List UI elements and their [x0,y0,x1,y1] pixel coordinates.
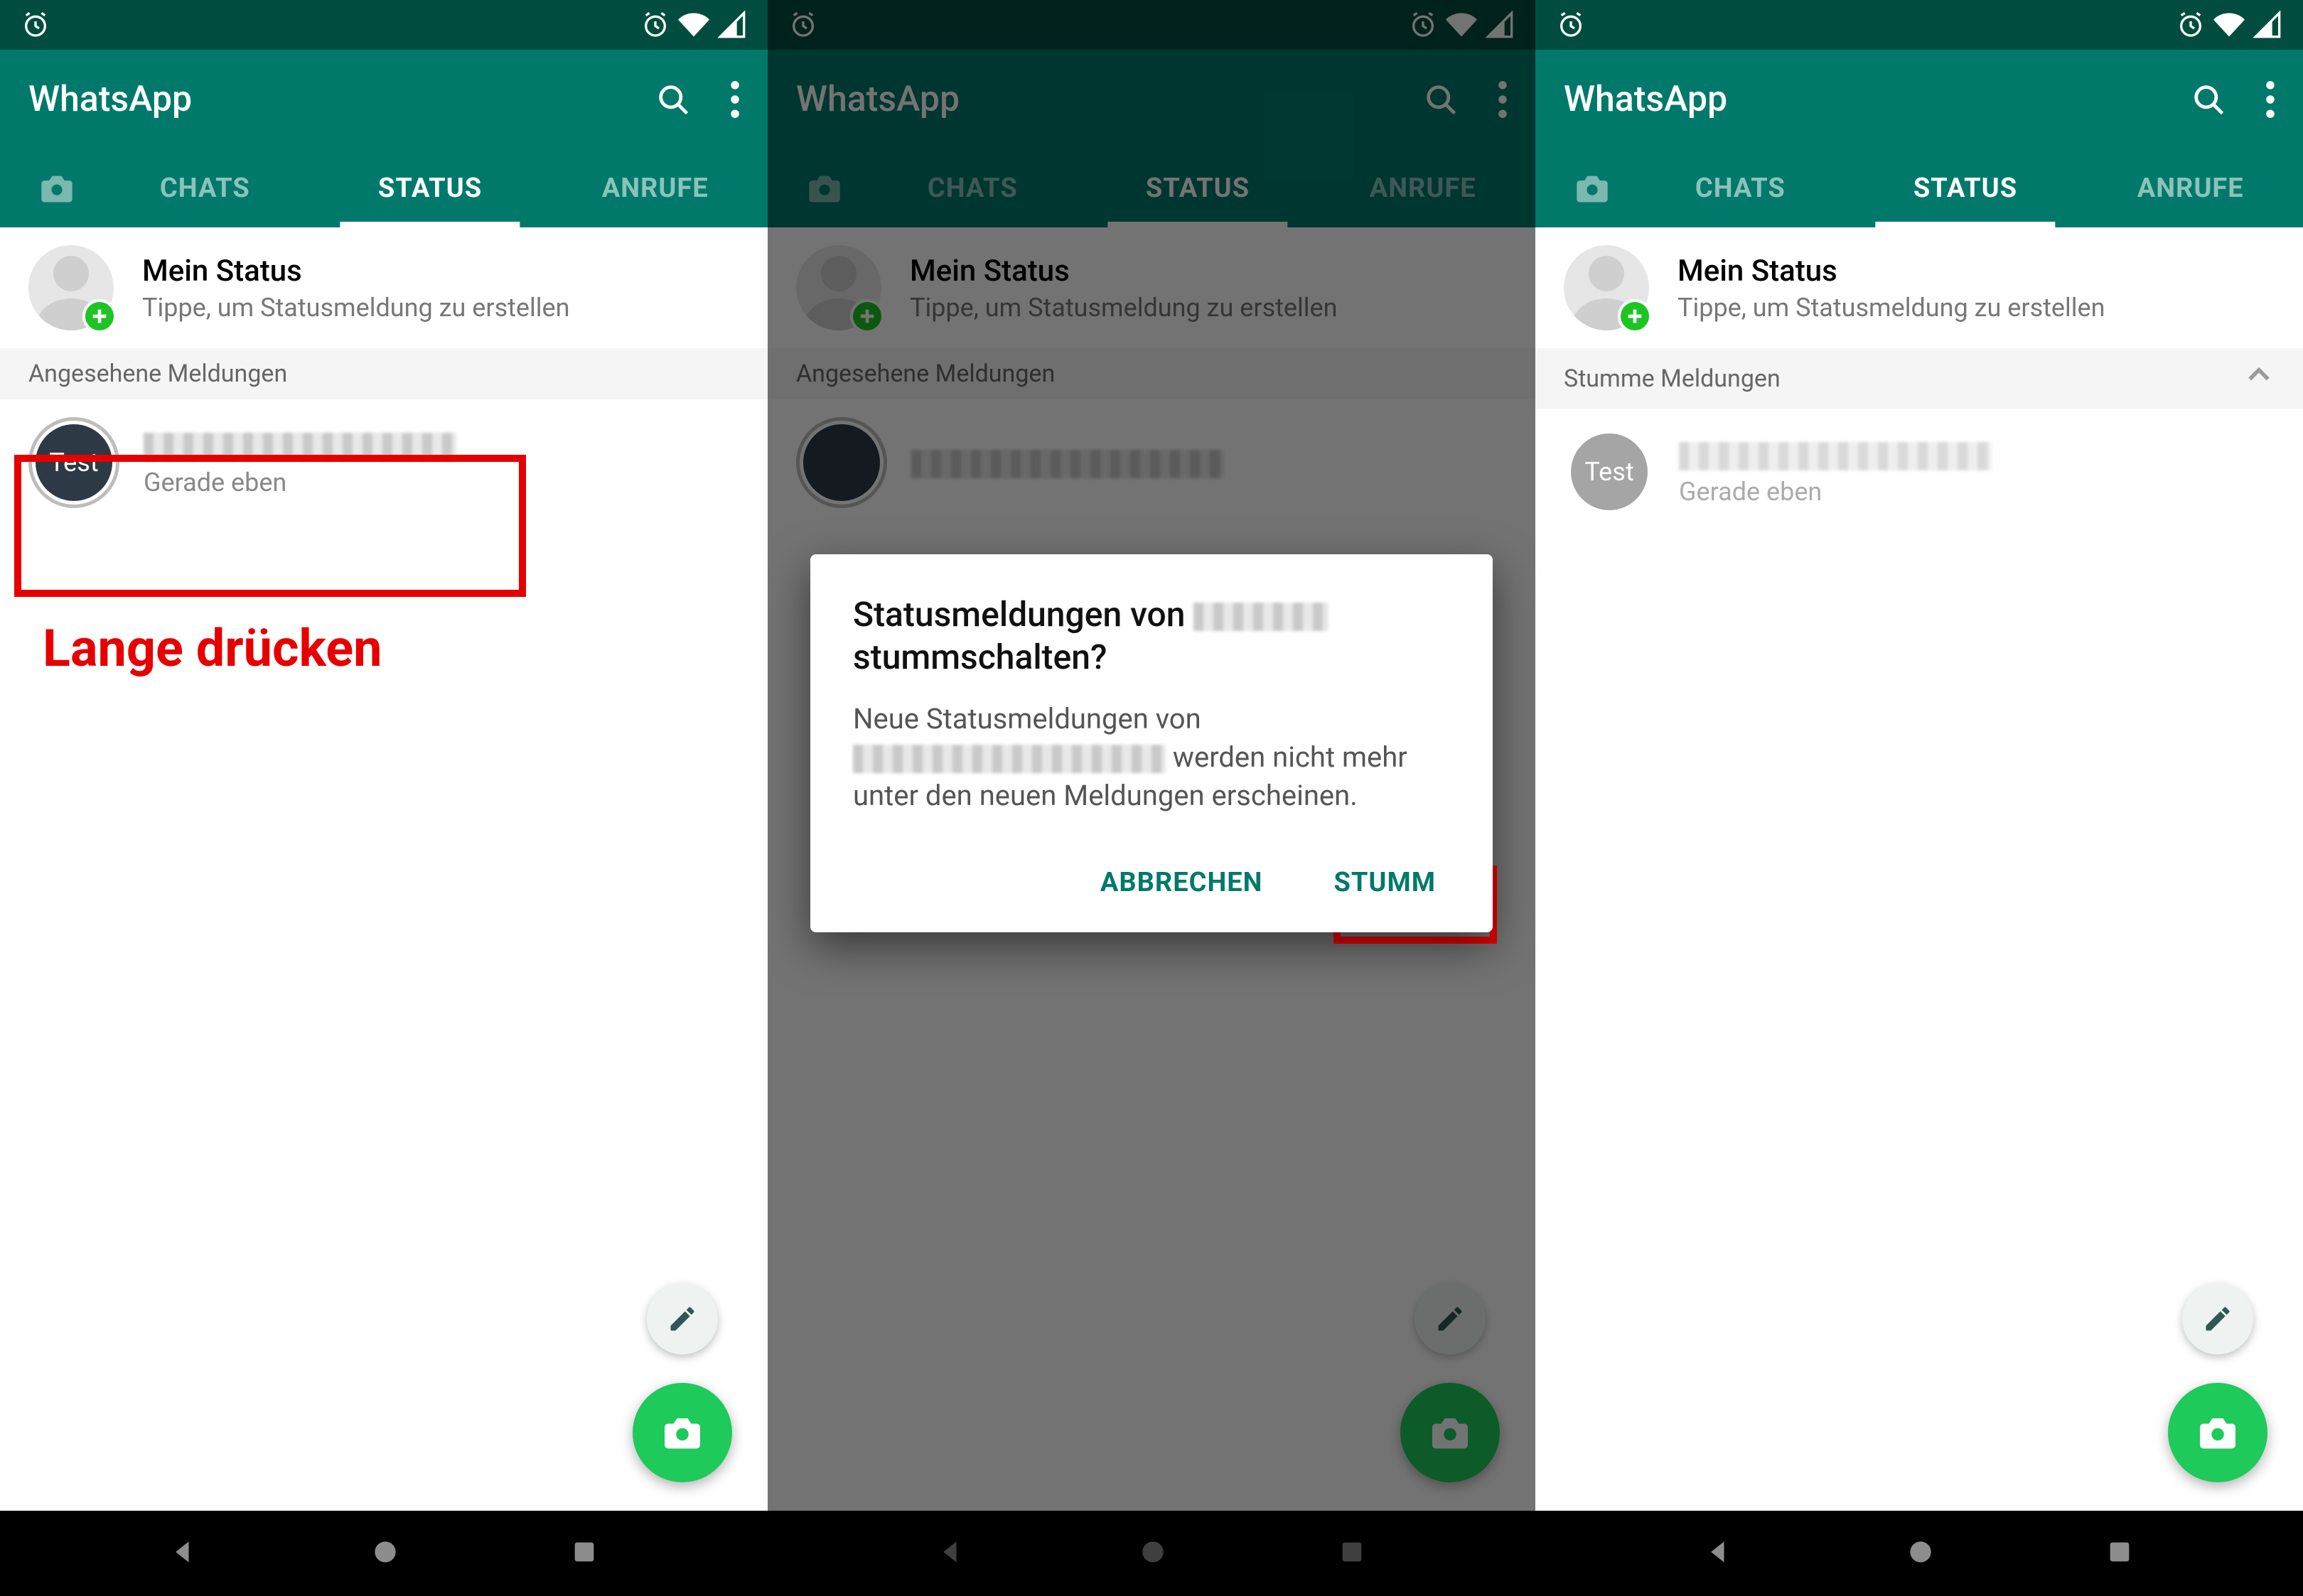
phone-screen-3: WhatsApp CHATS STATUS ANRUFE [1535,0,2303,1596]
text-status-fab[interactable] [647,1283,718,1354]
alarm-icon [2176,11,2205,39]
nav-home-icon[interactable] [370,1536,401,1570]
nav-back-icon[interactable] [169,1536,200,1570]
status-thumbnail-text: Test [36,424,112,501]
status-time: Gerade eben [1679,477,1992,507]
dialog-body: Neue Statusmeldungen von werden nicht me… [853,700,1450,815]
my-status-title: Mein Status [142,254,570,289]
status-thumbnail: Test [28,417,119,508]
status-time: Gerade eben [144,468,456,497]
android-statusbar [1535,0,2303,50]
status-entry[interactable]: Test Gerade eben [0,399,768,526]
search-icon[interactable] [2190,81,2227,118]
plus-icon [1618,299,1652,333]
status-entry-muted[interactable]: Test Gerade eben [1535,409,2303,535]
phone-screen-1: WhatsApp CHATS STATUS ANRUFE [0,0,768,1596]
nav-recent-icon[interactable] [570,1538,598,1569]
nav-home-icon[interactable] [1905,1536,1936,1570]
my-status-avatar [28,245,114,330]
tab-anrufe[interactable]: ANRUFE [2078,149,2303,227]
my-status-avatar [1564,245,1649,330]
app-title: WhatsApp [1564,79,2190,120]
tab-anrufe[interactable]: ANRUFE [542,149,768,227]
tabs: CHATS STATUS ANRUFE [0,149,768,227]
chevron-up-icon [2243,360,2275,397]
status-thumbnail-text: Test [1571,433,1648,510]
my-status-row[interactable]: Mein Status Tippe, um Statusmeldung zu e… [1535,227,2303,348]
annotation-label: Lange drücken [43,618,382,679]
wifi-icon [2213,9,2245,41]
plus-icon [82,299,117,333]
phone-screen-2: WhatsApp CHATS STATUS ANRUFE [768,0,1535,1596]
section-muted-header[interactable]: Stumme Meldungen [1535,348,2303,409]
fab-group [2168,1283,2267,1482]
fab-group [633,1283,732,1482]
wifi-icon [678,9,709,41]
my-status-title: Mein Status [1677,254,2105,289]
section-seen-header: Angesehene Meldungen [0,348,768,399]
dialog-title: Statusmeldungen von stummschalten? [853,593,1450,679]
camera-tab-icon[interactable] [21,170,92,207]
android-navbar [1535,1511,2303,1596]
appbar: WhatsApp CHATS STATUS ANRUFE [0,50,768,227]
more-icon[interactable] [731,81,739,118]
camera-status-fab[interactable] [633,1383,732,1482]
alarm-icon [641,11,670,39]
tab-chats[interactable]: CHATS [1628,149,1853,227]
android-statusbar [0,0,768,50]
mute-button[interactable]: STUMM [1319,854,1450,911]
more-icon[interactable] [2266,81,2275,118]
text-status-fab[interactable] [2182,1283,2253,1354]
signal-icon [2253,11,2282,39]
tab-status[interactable]: STATUS [318,149,543,227]
search-icon[interactable] [655,81,692,118]
cancel-button[interactable]: ABBRECHEN [1086,854,1277,911]
contact-name [144,428,456,463]
mute-dialog: Statusmeldungen von stummschalten? Neue … [810,554,1493,932]
tab-chats[interactable]: CHATS [92,149,318,227]
appbar: WhatsApp CHATS STATUS ANRUFE [1535,50,2303,227]
android-navbar [0,1511,768,1596]
nav-recent-icon[interactable] [2105,1538,2134,1569]
tabs: CHATS STATUS ANRUFE [1535,149,2303,227]
redacted-name [853,745,1166,773]
nav-back-icon[interactable] [1705,1536,1736,1570]
my-status-subtitle: Tippe, um Statusmeldung zu erstellen [1677,293,2105,323]
redacted-name [1193,603,1328,631]
alarm-icon [1557,11,1585,39]
my-status-row[interactable]: Mein Status Tippe, um Statusmeldung zu e… [0,227,768,348]
camera-status-fab[interactable] [2168,1383,2267,1482]
app-title: WhatsApp [28,79,655,120]
my-status-subtitle: Tippe, um Statusmeldung zu erstellen [142,293,570,323]
contact-name [1679,438,1992,473]
status-thumbnail: Test [1564,426,1655,517]
camera-tab-icon[interactable] [1557,170,1628,207]
alarm-icon [21,11,50,39]
tab-status[interactable]: STATUS [1853,149,2078,227]
signal-icon [718,11,746,39]
